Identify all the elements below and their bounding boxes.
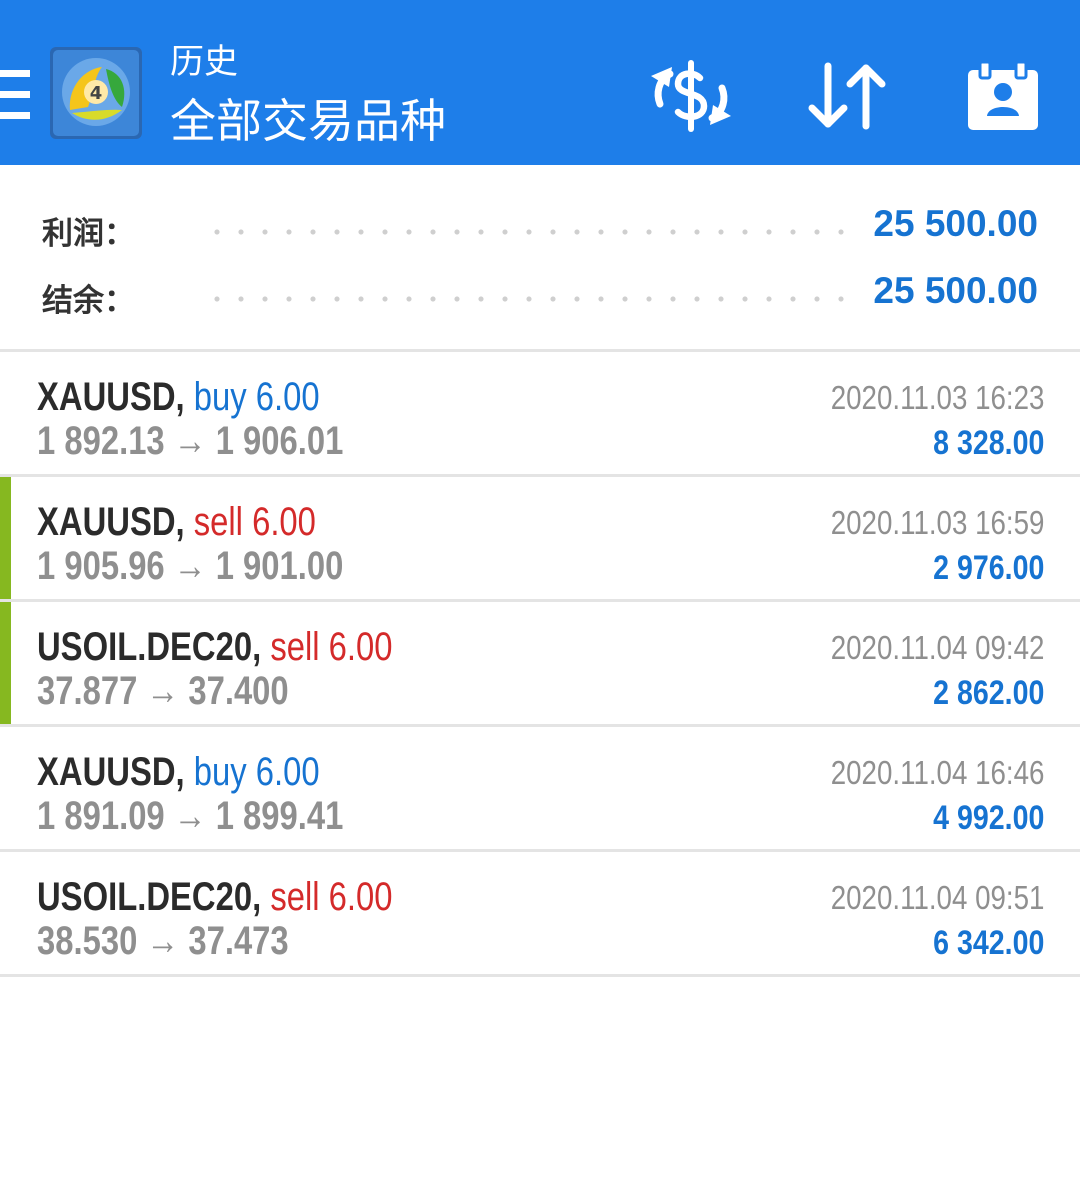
page-title: 历史 xyxy=(170,42,238,82)
sort-icon[interactable] xyxy=(806,60,888,132)
trade-side: sell 6.00 xyxy=(270,875,393,919)
trade-profit: 2 976.00 xyxy=(932,549,1044,587)
trade-row[interactable]: USOIL.DEC20, sell 6.00 38.530 → 37.473 2… xyxy=(0,852,1080,977)
trade-title: XAUUSD, buy 6.00 xyxy=(37,374,320,420)
trade-profit: 6 342.00 xyxy=(932,924,1044,962)
trade-symbol: XAUUSD, xyxy=(37,375,185,419)
trade-side: sell 6.00 xyxy=(193,500,316,544)
trade-prices: 38.530 → 37.473 xyxy=(37,919,289,963)
dot-leader xyxy=(205,296,845,302)
balance-label: 结余： xyxy=(42,283,135,319)
trade-title: USOIL.DEC20, sell 6.00 xyxy=(37,624,392,670)
row-marker xyxy=(0,602,11,724)
trade-time: 2020.11.03 16:23 xyxy=(830,379,1044,416)
trade-symbol: XAUUSD, xyxy=(37,750,185,794)
trade-time: 2020.11.04 16:46 xyxy=(830,754,1044,791)
trade-row[interactable]: XAUUSD, buy 6.00 1 891.09 → 1 899.41 202… xyxy=(0,727,1080,852)
metatrader-logo: 4 xyxy=(50,47,142,139)
trade-row[interactable]: XAUUSD, buy 6.00 1 892.13 → 1 906.01 202… xyxy=(0,352,1080,477)
svg-text:4: 4 xyxy=(90,83,103,104)
account-icon[interactable] xyxy=(966,60,1040,132)
trade-profit: 4 992.00 xyxy=(932,799,1044,837)
trade-row[interactable]: XAUUSD, sell 6.00 1 905.96 → 1 901.00 20… xyxy=(0,477,1080,602)
trade-profit: 2 862.00 xyxy=(932,674,1044,712)
trade-symbol: USOIL.DEC20, xyxy=(37,625,262,669)
trade-prices: 1 905.96 → 1 901.00 xyxy=(37,544,344,588)
currency-exchange-icon[interactable] xyxy=(648,60,734,132)
trade-side: sell 6.00 xyxy=(270,625,393,669)
trade-symbol: XAUUSD, xyxy=(37,500,185,544)
trade-time: 2020.11.04 09:51 xyxy=(830,879,1044,916)
trade-side: buy 6.00 xyxy=(193,375,320,419)
trade-time: 2020.11.04 09:42 xyxy=(830,629,1044,666)
dot-leader xyxy=(205,229,845,235)
profit-value: 25 500.00 xyxy=(873,203,1038,244)
row-marker xyxy=(0,477,11,599)
balance-row: 结余： 25 500.00 xyxy=(0,270,1080,320)
trade-title: XAUUSD, sell 6.00 xyxy=(37,499,316,545)
app-bar: 4 历史 全部交易品种 xyxy=(0,10,1080,165)
trade-time: 2020.11.03 16:59 xyxy=(830,504,1044,541)
trade-title: USOIL.DEC20, sell 6.00 xyxy=(37,874,392,920)
profit-row: 利润： 25 500.00 xyxy=(0,203,1080,253)
trade-row[interactable]: USOIL.DEC20, sell 6.00 37.877 → 37.400 2… xyxy=(0,602,1080,727)
symbol-filter[interactable]: 全部交易品种 xyxy=(170,94,446,148)
menu-icon[interactable] xyxy=(0,70,32,120)
trade-history-list: XAUUSD, buy 6.00 1 892.13 → 1 906.01 202… xyxy=(0,352,1080,977)
trade-prices: 37.877 → 37.400 xyxy=(37,669,289,713)
trade-prices: 1 892.13 → 1 906.01 xyxy=(37,419,344,463)
account-summary: 利润： 25 500.00 结余： 25 500.00 xyxy=(0,165,1080,352)
profit-label: 利润： xyxy=(42,216,135,252)
trade-side: buy 6.00 xyxy=(193,750,320,794)
trade-title: XAUUSD, buy 6.00 xyxy=(37,749,320,795)
status-bar xyxy=(0,0,1080,10)
trade-symbol: USOIL.DEC20, xyxy=(37,875,262,919)
balance-value: 25 500.00 xyxy=(873,270,1038,311)
trade-prices: 1 891.09 → 1 899.41 xyxy=(37,794,344,838)
trade-profit: 8 328.00 xyxy=(932,424,1044,462)
